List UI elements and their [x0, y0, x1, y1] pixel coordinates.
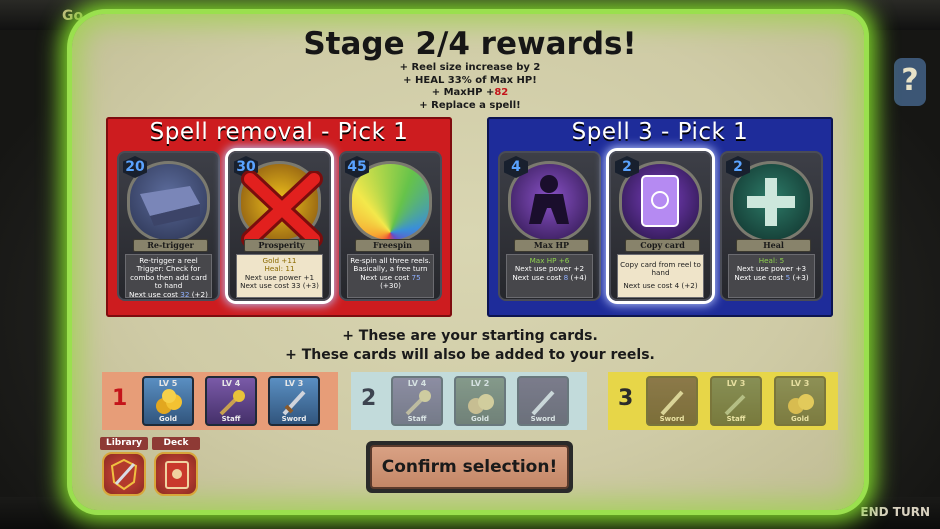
info-line: + These are your starting cards.	[342, 328, 598, 344]
library-icon	[102, 452, 146, 496]
reward-item: + MaxHP +82	[431, 87, 509, 98]
staff-icon	[724, 394, 746, 416]
reel-number: 3	[618, 386, 634, 411]
card-name: Copy card	[625, 239, 700, 252]
card-description: Re-spin all three reels. Basically, a fr…	[347, 254, 434, 298]
spell-removal-panel: Spell removal - Pick 1 20 Re-trigger Re-…	[106, 117, 452, 317]
reel-slot-gold[interactable]: LV 2 Gold	[454, 376, 506, 426]
staff-icon	[405, 390, 431, 416]
info-text: + These are your starting cards. + These…	[0, 327, 940, 365]
sword-icon	[531, 390, 555, 416]
reel-slot-sword[interactable]: LV 3 Sword	[268, 376, 320, 426]
library-button[interactable]: Library	[100, 437, 148, 499]
book-icon	[165, 461, 189, 489]
reel-slot-sword[interactable]: Sword	[646, 376, 698, 426]
end-turn-button[interactable]: END TURN	[860, 505, 930, 519]
card-heal[interactable]: 2 Heal Heal: 5 Next use power +3 Next us…	[720, 151, 823, 301]
card-retrigger[interactable]: 20 Re-trigger Re-trigger a reel Trigger:…	[117, 151, 220, 301]
gold-coins-icon	[788, 394, 814, 414]
reel-1: 1 LV 5 Gold LV 4 Staff LV 3 Sword	[102, 372, 338, 430]
reward-item: + Reel size increase by 2	[399, 62, 541, 73]
card-copy-card[interactable]: 2 Copy card Copy card from reel to hand …	[609, 151, 712, 301]
reward-item: + Replace a spell!	[419, 99, 521, 111]
card-max-hp[interactable]: 4 Max HP Max HP +6 Next use power +2 Nex…	[498, 151, 601, 301]
maxhp-bonus: 82	[494, 87, 509, 98]
reel-slot-staff[interactable]: LV 4 Staff	[205, 376, 257, 426]
reward-item: + HEAL 33% of Max HP!	[403, 74, 537, 86]
reel-slot-staff[interactable]: LV 3 Staff	[710, 376, 762, 426]
card-name: Max HP	[514, 239, 589, 252]
cross-icon	[747, 178, 795, 226]
deck-icon	[154, 452, 198, 496]
scroll-icon	[641, 175, 679, 227]
gold-label: Go	[62, 8, 84, 24]
remove-x-icon	[241, 171, 323, 248]
library-label: Library	[100, 437, 148, 450]
reel-slot-gold[interactable]: LV 3 Gold	[774, 376, 826, 426]
card-description: Re-trigger a reel Trigger: Check for com…	[125, 254, 212, 298]
spell-pick-panel: Spell 3 - Pick 1 4 Max HP Max HP +6 Next…	[487, 117, 833, 317]
reward-list: + Reel size increase by 2 + HEAL 33% of …	[0, 62, 940, 112]
gold-coins-icon	[468, 394, 494, 414]
reel-slot-sword[interactable]: Sword	[517, 376, 569, 426]
card-description: Gold +11 Heal: 11 Next use power +1 Next…	[236, 254, 323, 298]
sword-icon	[660, 390, 684, 416]
reel-number: 2	[361, 386, 377, 411]
confirm-label: Confirm selection!	[370, 445, 569, 489]
staff-icon	[219, 390, 245, 416]
reel-3: 3 Sword LV 3 Staff LV 3 Gold	[608, 372, 838, 430]
deck-label: Deck	[152, 437, 200, 450]
confirm-selection-button[interactable]: Confirm selection!	[366, 441, 573, 493]
card-name: Prosperity	[244, 239, 319, 252]
anvil-icon	[140, 186, 200, 226]
card-description: Heal: 5 Next use power +3 Next use cost …	[728, 254, 815, 298]
dialog-title: Stage 2/4 rewards!	[303, 26, 637, 62]
deck-button[interactable]: Deck	[152, 437, 200, 499]
reel-number: 1	[112, 386, 128, 411]
game-screen: Go ? END TURN Stage 2/4 rewards! + Reel …	[0, 0, 940, 529]
sword-shield-icon	[110, 458, 138, 491]
info-line: + These cards will also be added to your…	[285, 347, 655, 363]
reel-slot-gold[interactable]: LV 5 Gold	[142, 376, 194, 426]
gold-coins-icon	[156, 389, 182, 414]
reel-slot-staff[interactable]: LV 4 Staff	[391, 376, 443, 426]
spell-pick-title: Spell 3 - Pick 1	[571, 119, 749, 145]
removal-title: Spell removal - Pick 1	[149, 119, 409, 145]
card-prosperity[interactable]: 30 Prosperity Gold +11 Heal: 11 Next use…	[228, 151, 331, 301]
card-name: Heal	[736, 239, 811, 252]
card-description: Copy card from reel to hand Next use cos…	[617, 254, 704, 298]
card-freespin[interactable]: 45 Freespin Re-spin all three reels. Bas…	[339, 151, 442, 301]
reel-2: 2 LV 4 Staff LV 2 Gold Sword	[351, 372, 587, 430]
card-description: Max HP +6 Next use power +2 Next use cos…	[506, 254, 593, 298]
card-name: Re-trigger	[133, 239, 208, 252]
shadow-figure-icon	[529, 175, 569, 224]
card-name: Freespin	[355, 239, 430, 252]
sword-icon	[282, 390, 306, 416]
